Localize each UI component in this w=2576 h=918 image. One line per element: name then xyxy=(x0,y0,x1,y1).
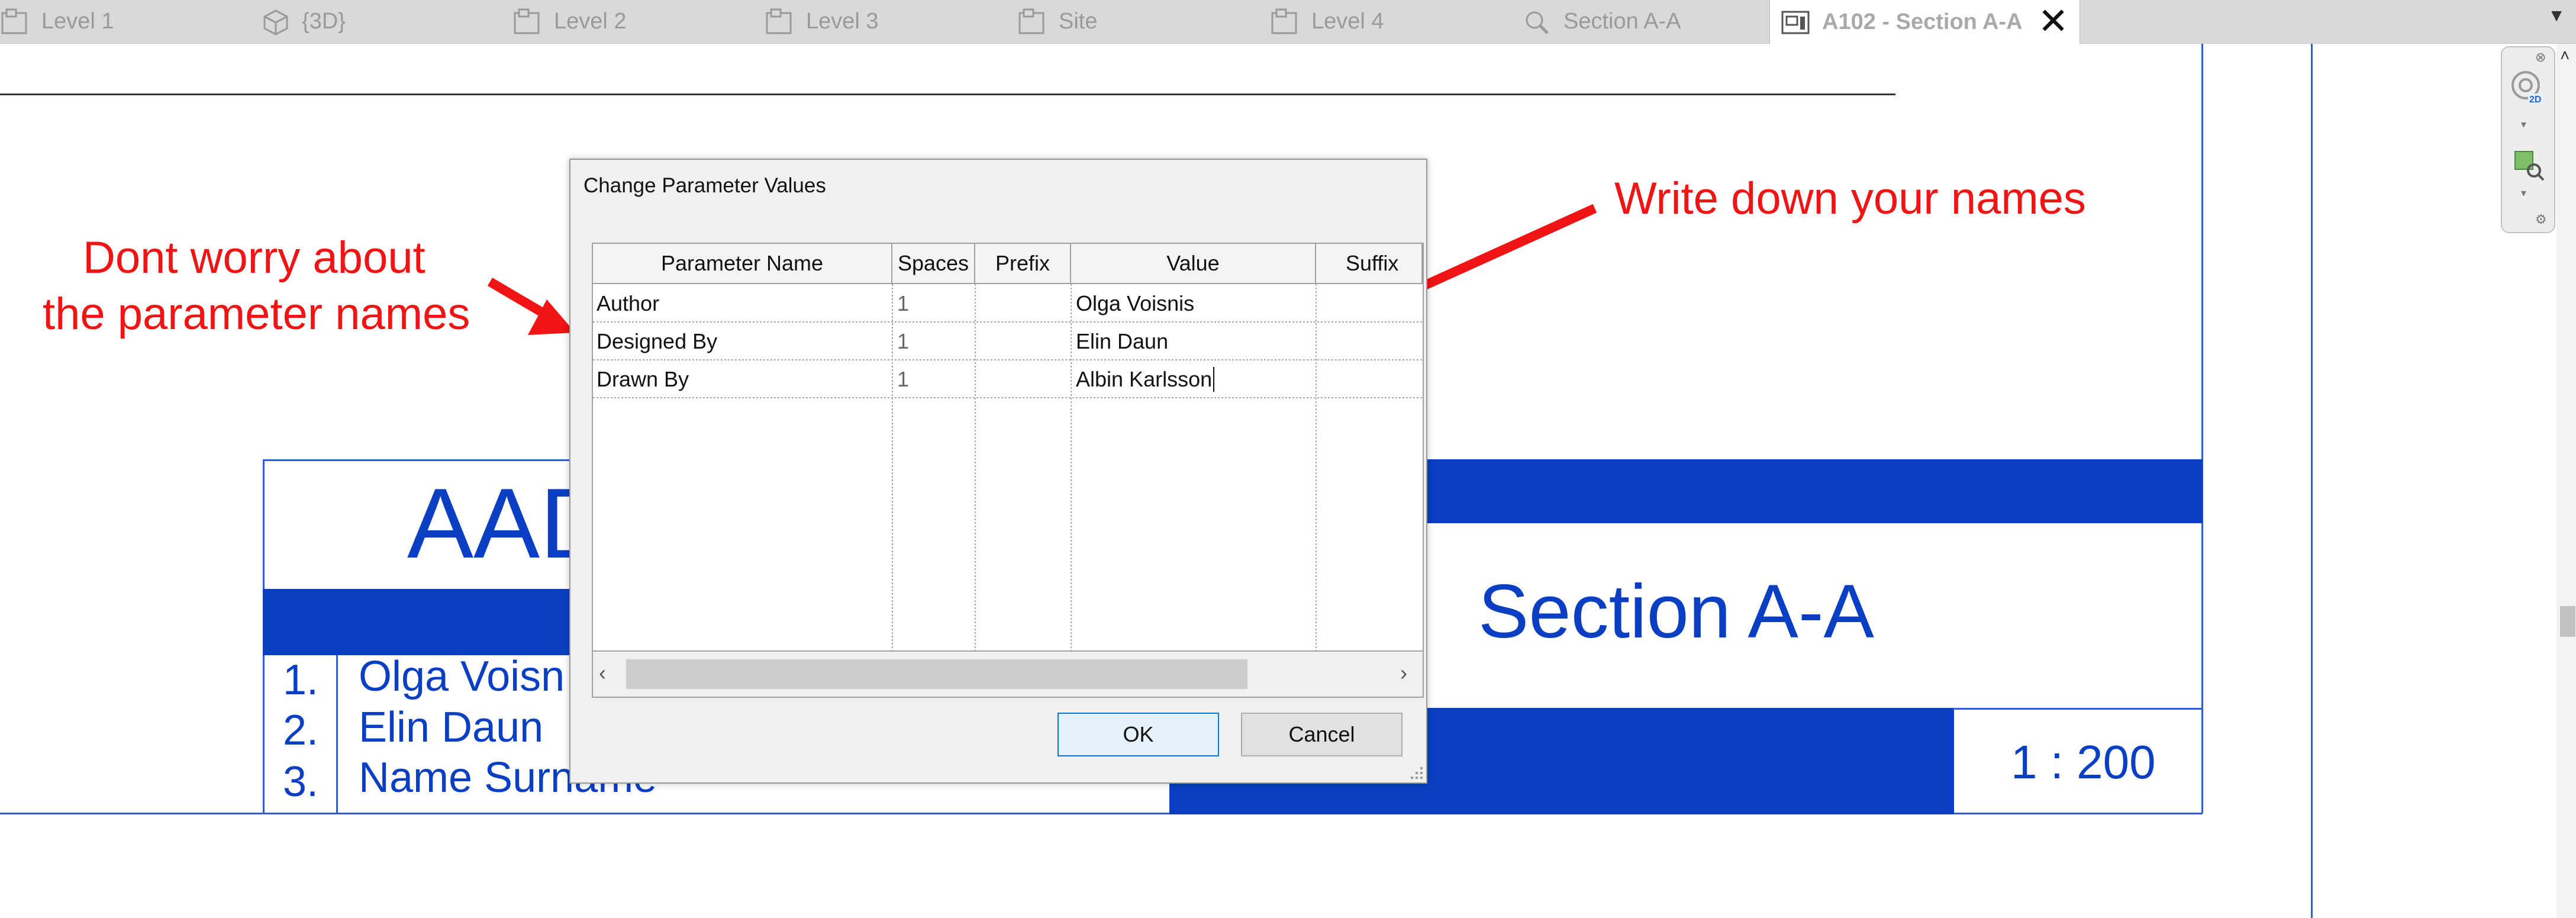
arrow-left-annotation xyxy=(487,278,575,335)
spaces-cell[interactable]: 1 xyxy=(897,329,909,354)
dialog-title: Change Parameter Values xyxy=(583,174,826,197)
chevron-down-icon[interactable]: ▾ xyxy=(2521,187,2526,199)
scroll-left-icon[interactable]: ‹ xyxy=(599,661,606,685)
vertical-scrollbar[interactable]: ˄ xyxy=(2556,44,2576,918)
grid-lines xyxy=(593,284,1423,652)
scrollbar-thumb[interactable] xyxy=(626,659,1247,689)
value-cell[interactable]: Elin Daun xyxy=(1076,329,1168,354)
navbar-options-icon[interactable]: ⚙ xyxy=(2535,212,2547,227)
svg-text:2D: 2D xyxy=(2529,95,2541,105)
ok-button[interactable]: OK xyxy=(1058,713,1219,756)
horizontal-scrollbar[interactable]: ‹ › xyxy=(593,652,1423,697)
change-parameter-values-dialog: Change Parameter Values Parameter Name S… xyxy=(569,159,1427,784)
scroll-right-icon[interactable]: › xyxy=(1400,661,1407,685)
2d-wheel-icon[interactable]: 2D xyxy=(2510,70,2547,107)
param-name-cell: Drawn By xyxy=(597,367,689,391)
zoom-region-icon[interactable] xyxy=(2513,149,2546,182)
close-navbar-icon[interactable]: ⊗ xyxy=(2535,50,2546,65)
navigation-bar: ⊗ 2D ▾ ▾ ⚙ xyxy=(2501,46,2555,233)
param-name-cell: Designed By xyxy=(597,329,718,353)
value-cell-editing[interactable]: Albin Karlsson xyxy=(1076,367,1215,392)
value-cell[interactable]: Olga Voisnis xyxy=(1076,291,1194,316)
resize-grip-icon[interactable] xyxy=(1407,764,1424,780)
chevron-down-icon[interactable]: ▾ xyxy=(2521,118,2526,131)
param-name-cell: Author xyxy=(597,291,660,315)
scrollbar-thumb[interactable] xyxy=(2560,606,2575,637)
parameter-grid: Parameter Name Spaces Prefix Value Suffi… xyxy=(592,243,1424,698)
scroll-up-icon[interactable]: ˄ xyxy=(2560,46,2569,65)
cancel-button[interactable]: Cancel xyxy=(1241,713,1403,756)
spaces-cell[interactable]: 1 xyxy=(897,291,909,316)
spaces-cell[interactable]: 1 xyxy=(897,367,909,392)
